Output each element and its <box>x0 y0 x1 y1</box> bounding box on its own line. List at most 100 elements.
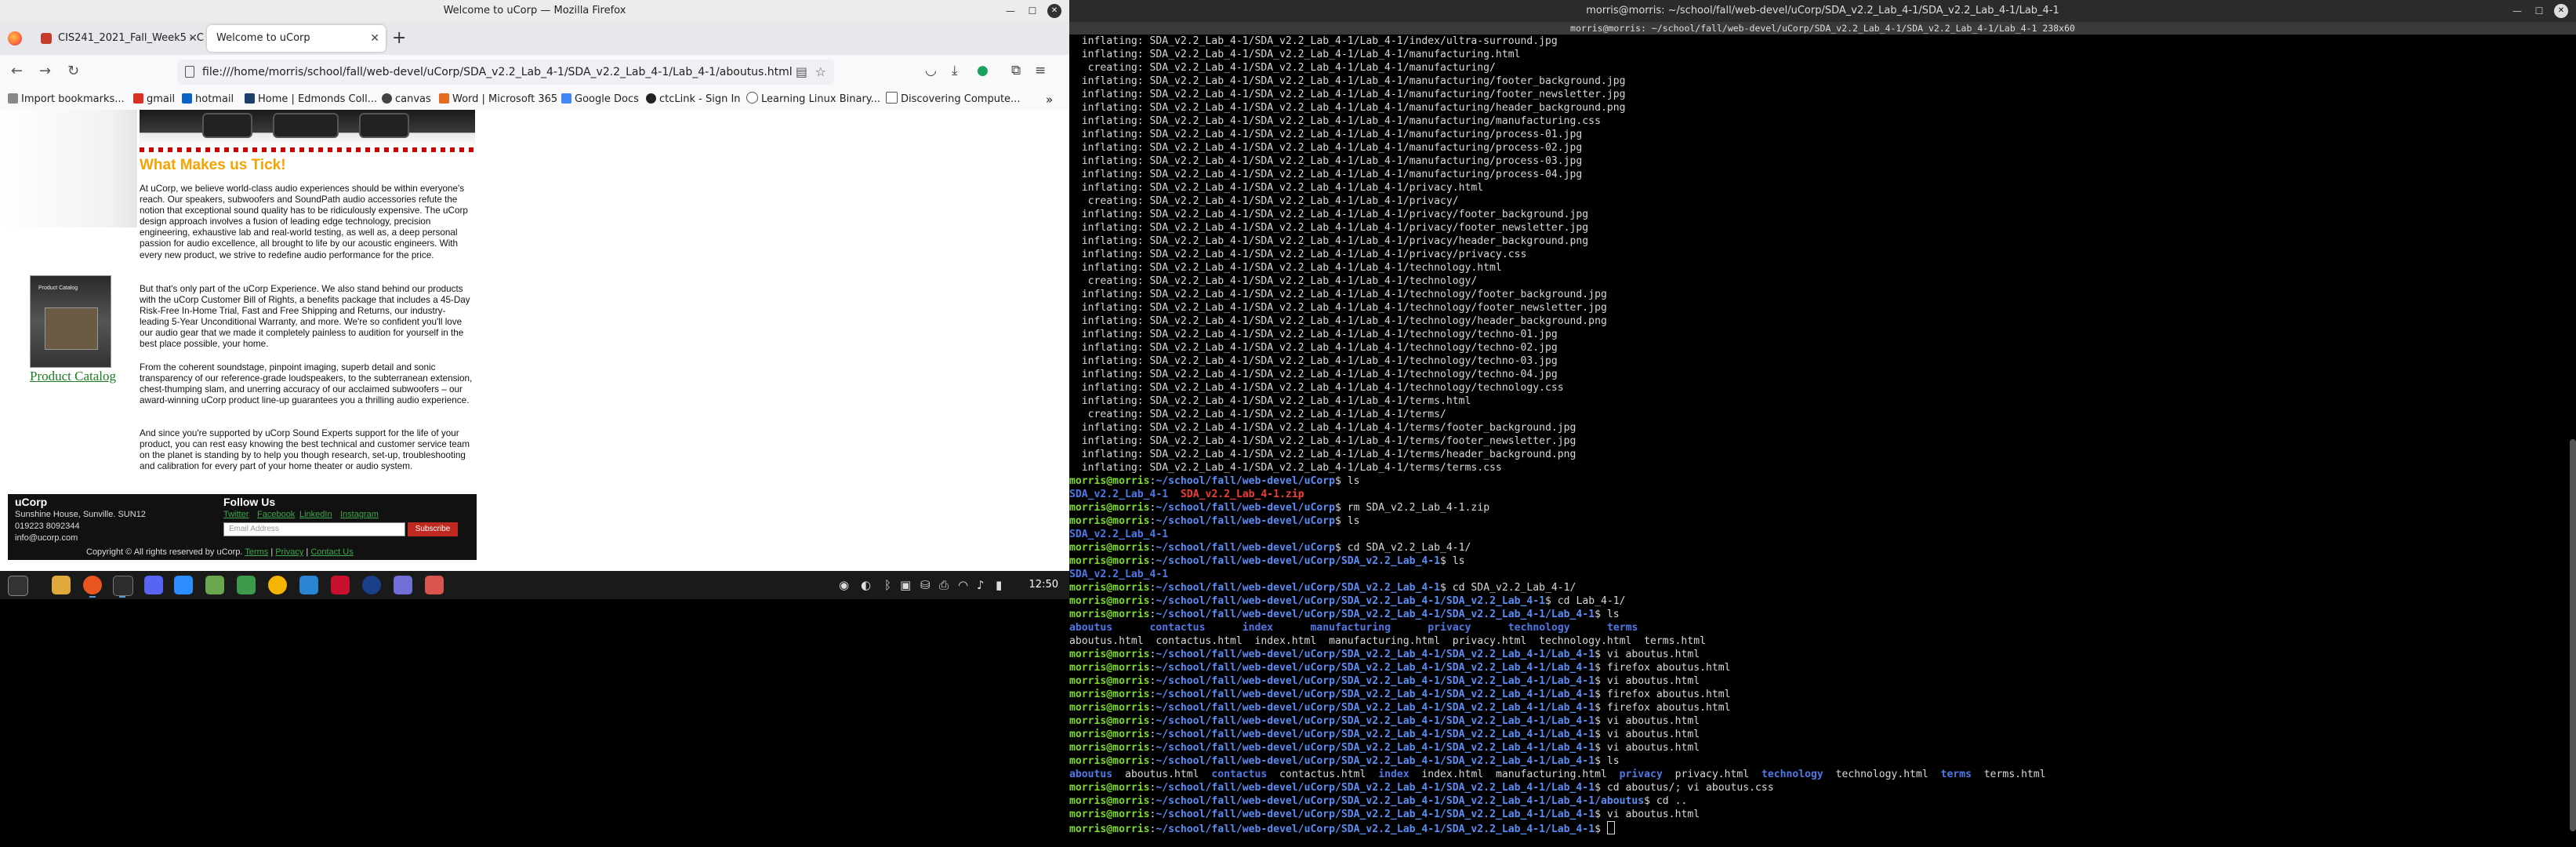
new-tab-icon[interactable]: + <box>392 30 406 47</box>
privacy-link[interactable]: Privacy <box>275 547 303 557</box>
bookmark-import[interactable]: Import bookmarks... <box>8 89 125 110</box>
tab-welcome-ucorp[interactable]: Welcome to uCorp ✕ <box>207 25 386 52</box>
terminal-prompt-line: morris@morris:~/school/fall/web-devel/uC… <box>1069 554 2576 568</box>
terminal-output[interactable]: inflating: SDA_v2.2_Lab_4-1/SDA_v2.2_Lab… <box>1069 35 2576 847</box>
bookmark-gmail[interactable]: gmail <box>133 89 175 110</box>
bookmark-edmonds[interactable]: Home | Edmonds Coll... <box>245 89 377 110</box>
wifi-icon[interactable]: ◠ <box>958 571 968 599</box>
bookmark-canvas[interactable]: canvas <box>382 89 431 110</box>
terms-link[interactable]: Terms <box>245 547 268 557</box>
app-blue-icon[interactable] <box>362 576 381 594</box>
product-catalog-link[interactable]: Product Catalog <box>30 369 116 384</box>
drive-icon[interactable]: ⛁ <box>920 571 931 599</box>
terminal-prompt-line: morris@morris:~/school/fall/web-devel/uC… <box>1069 474 2576 488</box>
close-icon[interactable]: ✕ <box>1047 4 1061 18</box>
twitter-link[interactable]: Twitter <box>223 510 249 519</box>
grammarly-icon[interactable]: ● <box>977 63 989 78</box>
url-bar[interactable]: file:///home/morris/school/fall/web-deve… <box>177 60 834 85</box>
battery-icon[interactable]: ▮ <box>996 571 1002 599</box>
terminal-icon[interactable] <box>113 576 133 596</box>
bookmark-google-docs[interactable]: Google Docs <box>561 89 639 110</box>
app-red-icon[interactable] <box>331 576 350 594</box>
prompt-command: ls <box>1341 475 1360 487</box>
forward-icon[interactable]: → <box>39 63 51 80</box>
bookmark-star-icon[interactable]: ☆ <box>815 64 826 79</box>
music-icon[interactable]: ♪ <box>977 571 985 599</box>
prompt-user: morris@morris <box>1069 823 1150 835</box>
product-catalog-image[interactable]: Product Catalog <box>30 275 111 368</box>
zoom-icon[interactable] <box>174 576 193 594</box>
tab-close-icon[interactable]: ✕ <box>370 25 379 52</box>
close-icon[interactable]: ✕ <box>2554 4 2568 18</box>
prompt-user: morris@morris <box>1069 475 1150 487</box>
bookmark-ctclink[interactable]: ctcLink - Sign In <box>646 89 741 110</box>
clock[interactable]: 12:50 <box>1029 571 1058 599</box>
app-tray-icon[interactable]: ◐ <box>861 571 871 599</box>
tab-close-icon[interactable]: ✕ <box>188 25 198 52</box>
bookmark-label: Learning Linux Binary... <box>761 93 881 105</box>
menu-icon[interactable]: ≡ <box>1035 63 1046 78</box>
page-icon <box>185 66 194 78</box>
ubuntu-icon[interactable] <box>83 576 102 594</box>
firefox-logo-icon[interactable] <box>8 31 22 45</box>
reader-view-icon[interactable]: ▤ <box>796 64 807 79</box>
terminal-output-line: inflating: SDA_v2.2_Lab_4-1/SDA_v2.2_Lab… <box>1069 355 1558 367</box>
notes-icon[interactable] <box>394 576 412 594</box>
prompt-user: morris@morris <box>1069 542 1150 554</box>
prompt-path: ~/school/fall/web-devel/uCorp/SDA_v2.2_L… <box>1156 823 1595 835</box>
ls-directory: SDA_v2.2_Lab_4-1 <box>1069 569 1169 580</box>
url-text[interactable]: file:///home/morris/school/fall/web-deve… <box>202 60 793 85</box>
tab-cis241[interactable]: CIS241_2021_Fall_Week5 - CIS ✕ <box>31 25 204 52</box>
sidebar-background <box>0 110 137 227</box>
chrome-icon[interactable] <box>268 576 287 594</box>
bookmark-discovering[interactable]: Discovering Compute... <box>886 89 1020 110</box>
printer-icon[interactable]: ⎙ <box>939 571 949 599</box>
pocket-icon[interactable]: ◡ <box>925 63 937 78</box>
maximize-icon[interactable]: ☐ <box>1025 4 1039 18</box>
clipboard-icon[interactable]: ▣ <box>900 571 911 599</box>
bookmark-word[interactable]: Word | Microsoft 365 <box>439 89 557 110</box>
terminal-output-line: inflating: SDA_v2.2_Lab_4-1/SDA_v2.2_Lab… <box>1069 222 1589 234</box>
terminal-output-line: inflating: SDA_v2.2_Lab_4-1/SDA_v2.2_Lab… <box>1069 129 1583 140</box>
bookmark-hotmail[interactable]: hotmail <box>182 89 234 110</box>
terminal-output-line: creating: SDA_v2.2_Lab_4-1/SDA_v2.2_Lab_… <box>1069 195 1459 207</box>
extensions-icon[interactable]: ⧉ <box>1011 63 1021 78</box>
system-icon[interactable] <box>8 576 28 596</box>
bluetooth-icon[interactable]: ᛒ <box>884 571 891 599</box>
writer-icon[interactable] <box>299 576 318 594</box>
linkedin-link[interactable]: LinkedIn <box>299 510 332 519</box>
back-icon[interactable]: ← <box>11 63 23 80</box>
page-icon <box>886 92 898 104</box>
terminal-prompt-line: morris@morris:~/school/fall/web-devel/uC… <box>1069 741 2576 754</box>
files-icon[interactable] <box>52 576 71 594</box>
prompt-command: firefox aboutus.html <box>1600 689 1731 700</box>
reload-icon[interactable]: ↻ <box>67 63 79 80</box>
contact-us-link[interactable]: Contact Us <box>310 547 353 557</box>
spreadsheet-icon[interactable] <box>237 576 256 594</box>
keepass-icon[interactable] <box>205 576 224 594</box>
facebook-link[interactable]: Facebook <box>257 510 295 519</box>
bookmark-label: Home | Edmonds Coll... <box>258 93 378 105</box>
terminal-scrollbar[interactable] <box>2570 439 2576 831</box>
footer-copyright: Copyright © All rights reserved by uCorp… <box>86 547 354 557</box>
prompt-symbol: $ <box>1595 823 1601 835</box>
prompt-user: morris@morris <box>1069 649 1150 660</box>
prompt-command: vi aboutus.html <box>1600 809 1700 820</box>
newsletter-email-input[interactable]: Email Address <box>223 522 405 536</box>
bookmark-learning-linux[interactable]: Learning Linux Binary... <box>746 89 880 110</box>
minimize-icon[interactable]: — <box>1003 4 1018 18</box>
instagram-link[interactable]: Instagram <box>340 510 379 519</box>
discord-tray-icon[interactable]: ◉ <box>839 571 849 599</box>
subscribe-button[interactable]: Subscribe <box>408 522 458 536</box>
bookmarks-overflow-icon[interactable]: » <box>1046 89 1053 110</box>
maximize-icon[interactable]: ☐ <box>2532 4 2546 18</box>
game-icon[interactable] <box>425 576 444 594</box>
terminal-subtitle: morris@morris: ~/school/fall/web-devel/u… <box>1069 22 2576 35</box>
downloads-icon[interactable]: ⤓ <box>952 63 958 78</box>
discord-icon[interactable] <box>144 576 163 594</box>
ls-file: terms.html <box>1972 769 2046 780</box>
terminal-output-line: SDA_v2.2_Lab_4-1 <box>1069 568 2576 581</box>
prompt-command: rm SDA_v2.2_Lab_4-1.zip <box>1341 502 1490 514</box>
taskbar: ◉ ◐ ᛒ ▣ ⛁ ⎙ ◠ ♪ ▮ 12:50 <box>0 571 1069 599</box>
minimize-icon[interactable]: — <box>2510 4 2524 18</box>
